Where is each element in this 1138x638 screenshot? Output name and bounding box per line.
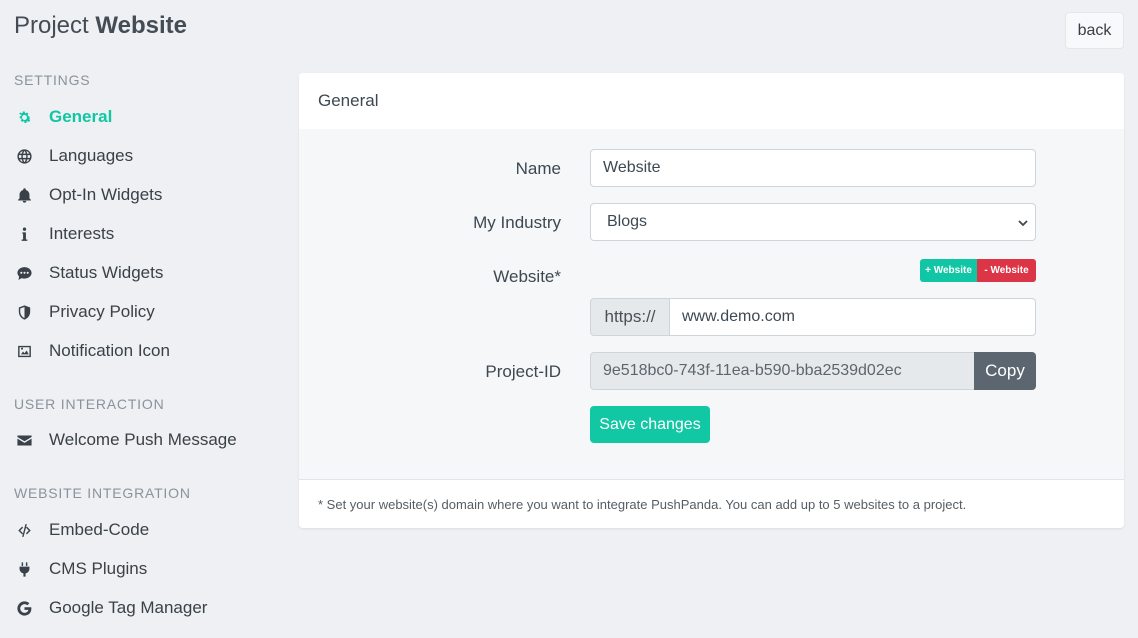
chevron-down-icon (1017, 216, 1029, 234)
card-title: General (299, 73, 1124, 129)
website-input[interactable] (669, 298, 1036, 336)
industry-select[interactable]: Blogs (590, 203, 1036, 241)
industry-label: My Industry (473, 213, 561, 232)
sidebar-item-notification-icon[interactable]: Notification Icon (14, 339, 170, 363)
sidebar-item-languages[interactable]: Languages (14, 144, 133, 168)
sidebar-item-label: CMS Plugins (49, 559, 148, 578)
project-id-field[interactable]: 9e518bc0-743f-11ea-b590-bba2539d02ec (590, 352, 975, 390)
shield-icon (14, 302, 34, 322)
bell-icon (14, 185, 34, 205)
sidebar-item-label: Privacy Policy (49, 302, 155, 321)
general-settings-card: General Name My Industry Blogs Website* … (299, 73, 1124, 528)
sidebar-item-label: Embed-Code (49, 520, 150, 539)
sidebar-item-label: Opt-In Widgets (49, 185, 163, 204)
sidebar-item-cms-plugins[interactable]: CMS Plugins (14, 557, 147, 581)
sidebar-item-interests[interactable]: Interests (14, 222, 114, 246)
name-input[interactable] (590, 149, 1036, 187)
sidebar-item-google-tag-manager[interactable]: Google Tag Manager (14, 596, 207, 620)
sidebar-item-label: Notification Icon (49, 341, 170, 360)
sidebar-section-user-interaction: USER INTERACTION (14, 396, 165, 412)
sidebar-item-label: Welcome Push Message (49, 430, 237, 449)
save-changes-button[interactable]: Save changes (590, 406, 710, 443)
sidebar-item-label: General (49, 107, 113, 126)
sidebar-item-welcome-push-message[interactable]: Welcome Push Message (14, 428, 237, 452)
copy-button[interactable]: Copy (974, 352, 1036, 390)
remove-website-button[interactable]: - Website (977, 259, 1036, 282)
code-icon (14, 520, 34, 540)
sidebar-section-website-integration: WEBSITE INTEGRATION (14, 485, 191, 501)
page-title: Project Website (14, 12, 187, 40)
sidebar-item-label: Languages (49, 146, 134, 165)
add-website-button[interactable]: + Website (920, 259, 977, 282)
card-footer-note: * Set your website(s) domain where you w… (299, 479, 1124, 528)
project-id-label: Project-ID (485, 362, 561, 381)
sidebar-item-label: Google Tag Manager (49, 598, 208, 617)
sidebar-item-embed-code[interactable]: Embed-Code (14, 518, 149, 542)
sidebar-item-label: Interests (49, 224, 115, 243)
google-icon (14, 598, 34, 618)
website-label: Website* (493, 267, 561, 286)
protocol-addon: https:// (590, 298, 670, 336)
sidebar-item-general[interactable]: General (14, 105, 112, 129)
comment-icon (14, 263, 34, 283)
envelope-icon (14, 430, 34, 450)
globe-icon (14, 146, 34, 166)
sidebar-section-settings: SETTINGS (14, 72, 91, 88)
sidebar-item-privacy-policy[interactable]: Privacy Policy (14, 300, 155, 324)
sidebar-item-label: Status Widgets (49, 263, 164, 282)
industry-selected-value: Blogs (607, 213, 648, 230)
name-label: Name (515, 159, 561, 178)
image-icon (14, 341, 34, 361)
sidebar-item-opt-in-widgets[interactable]: Opt-In Widgets (14, 183, 162, 207)
plug-icon (14, 559, 34, 579)
sidebar-item-status-widgets[interactable]: Status Widgets (14, 261, 163, 285)
back-button[interactable]: back (1065, 12, 1124, 49)
gear-icon (14, 107, 34, 127)
page-title-prefix: Project (14, 12, 89, 39)
info-icon (14, 224, 34, 244)
page-title-project-name: Website (95, 12, 187, 39)
